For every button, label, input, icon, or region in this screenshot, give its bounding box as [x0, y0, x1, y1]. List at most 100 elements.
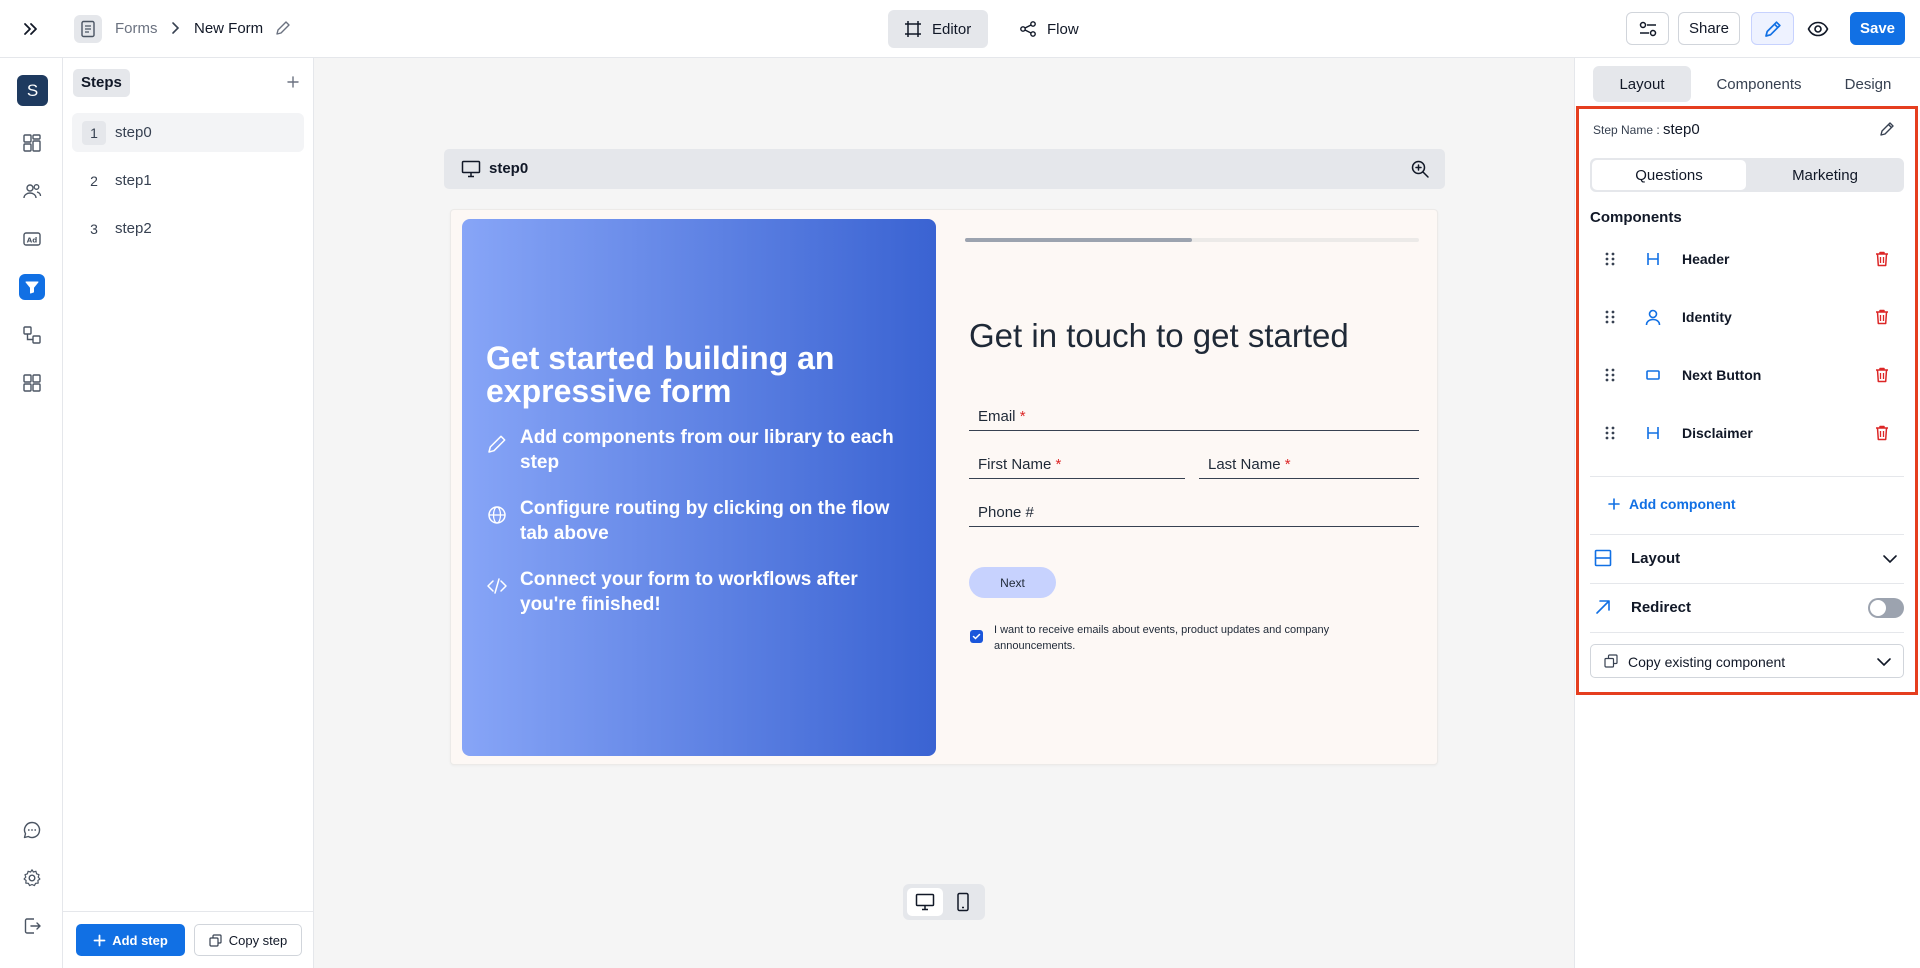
preview-button[interactable] — [1796, 12, 1839, 45]
hero-item: Connect your form to workflows after you… — [486, 567, 906, 617]
step-label: step1 — [115, 172, 152, 189]
segment-questions[interactable]: Questions — [1592, 160, 1746, 190]
redirect-arrow-icon — [1596, 600, 1610, 614]
consent-checkbox[interactable] — [970, 630, 983, 643]
expand-sidebar-icon[interactable] — [20, 18, 42, 40]
workflows-icon[interactable] — [20, 323, 44, 347]
settings-gear-icon[interactable] — [20, 866, 44, 890]
component-label: Identity — [1682, 309, 1732, 325]
consent-text: I want to receive emails about events, p… — [994, 624, 1330, 652]
heading-icon — [1647, 253, 1659, 265]
apps-grid-icon[interactable] — [20, 371, 44, 395]
tab-flow[interactable]: Flow — [1003, 10, 1103, 48]
tab-editor[interactable]: Editor — [888, 10, 988, 48]
editor-frame-icon — [905, 21, 921, 37]
delete-trash-icon[interactable] — [1874, 250, 1890, 268]
forms-filter-icon[interactable] — [19, 274, 45, 300]
email-field[interactable]: Email * — [969, 404, 1419, 431]
segment-marketing[interactable]: Marketing — [1748, 160, 1902, 190]
step-label: step0 — [115, 124, 152, 141]
component-row-identity[interactable]: Identity — [1590, 300, 1904, 334]
step-number: 2 — [90, 172, 98, 189]
next-button[interactable]: Next — [969, 567, 1056, 598]
share-button[interactable]: Share — [1678, 12, 1740, 45]
heading-icon — [1647, 427, 1659, 439]
add-step-button[interactable]: Add step — [76, 924, 185, 956]
layout-accordion[interactable]: Layout — [1590, 539, 1904, 579]
desktop-view-button[interactable] — [907, 888, 943, 916]
breadcrumb-forms[interactable]: Forms — [115, 20, 158, 37]
redirect-toggle[interactable] — [1868, 598, 1904, 618]
contacts-icon[interactable] — [20, 179, 44, 203]
mobile-icon — [957, 892, 969, 912]
component-row-header[interactable]: Header — [1590, 242, 1904, 276]
step-item-1[interactable]: 2 step1 — [72, 161, 304, 200]
email-label: Email * — [978, 408, 1026, 425]
delete-trash-icon[interactable] — [1874, 308, 1890, 326]
copy-step-label: Copy step — [228, 932, 288, 948]
mobile-view-button[interactable] — [945, 888, 981, 916]
zoom-in-icon[interactable] — [1410, 159, 1430, 179]
hero-item-text: Connect your form to workflows after you… — [520, 569, 858, 615]
component-label: Disclaimer — [1682, 425, 1753, 441]
copy-icon — [209, 933, 222, 947]
form-progress-fill — [965, 238, 1192, 242]
step-label: step2 — [115, 220, 152, 237]
copy-existing-label: Copy existing component — [1628, 654, 1786, 670]
tab-editor-label: Editor — [932, 20, 972, 38]
drag-handle-icon[interactable] — [1604, 251, 1616, 267]
save-button[interactable]: Save — [1850, 12, 1905, 45]
add-step-plus-icon[interactable] — [285, 74, 301, 90]
sliders-icon — [1639, 21, 1656, 36]
step-name-value: step0 — [1663, 121, 1700, 138]
divider — [1590, 476, 1904, 477]
edit-step-name-icon[interactable] — [1878, 120, 1896, 138]
pencil-icon — [1764, 20, 1781, 37]
step-item-2[interactable]: 3 step2 — [72, 209, 304, 248]
component-row-disclaimer[interactable]: Disclaimer — [1590, 416, 1904, 450]
chat-icon[interactable] — [20, 818, 44, 842]
copy-existing-component-dropdown[interactable]: Copy existing component — [1590, 644, 1904, 678]
drag-handle-icon[interactable] — [1604, 425, 1616, 441]
add-component-button[interactable]: Add component — [1607, 496, 1736, 512]
drag-handle-icon[interactable] — [1604, 309, 1616, 325]
hero-title: Get started building an expressive form — [486, 340, 835, 409]
divider — [1590, 534, 1904, 535]
drag-handle-icon[interactable] — [1604, 367, 1616, 383]
step-name-label: Step Name : — [1593, 123, 1660, 137]
form-heading: Get in touch to get started — [969, 317, 1349, 354]
dashboard-icon[interactable] — [20, 131, 44, 155]
steps-panel: Steps 1 step0 2 step1 3 step2 Add step C… — [63, 58, 314, 968]
form-settings-button[interactable] — [1626, 12, 1669, 45]
divider — [1590, 583, 1904, 584]
hero-item: Configure routing by clicking on the flo… — [486, 496, 906, 546]
edit-mode-button[interactable] — [1751, 12, 1794, 45]
delete-trash-icon[interactable] — [1874, 366, 1890, 384]
breadcrumb-current: New Form — [194, 20, 264, 37]
phone-field[interactable]: Phone # — [969, 500, 1419, 527]
component-row-next-button[interactable]: Next Button — [1590, 358, 1904, 392]
breadcrumb-chevron-icon — [168, 20, 182, 36]
add-step-label: Add step — [112, 932, 168, 948]
copy-step-button[interactable]: Copy step — [194, 924, 302, 956]
hero-item-text: Configure routing by clicking on the flo… — [520, 498, 890, 544]
first-name-field[interactable]: First Name * — [969, 452, 1185, 479]
ads-icon[interactable]: Ad — [20, 227, 44, 251]
logout-icon[interactable] — [20, 914, 44, 938]
tab-components[interactable]: Components — [1701, 66, 1817, 102]
canvas-step-title: step0 — [489, 160, 529, 177]
globe-icon — [488, 506, 506, 524]
steps-footer: Add step Copy step — [63, 911, 314, 968]
rename-pencil-icon[interactable] — [274, 19, 292, 37]
toggle-knob — [1870, 600, 1886, 616]
workspace-avatar[interactable]: S — [17, 75, 48, 106]
delete-trash-icon[interactable] — [1874, 424, 1890, 442]
tab-design[interactable]: Design — [1823, 66, 1913, 102]
flow-share-icon — [1020, 21, 1036, 37]
questions-marketing-toggle: Questions Marketing — [1590, 158, 1904, 192]
last-name-field[interactable]: Last Name * — [1199, 452, 1419, 479]
step-item-0[interactable]: 1 step0 — [72, 113, 304, 152]
tab-layout[interactable]: Layout — [1593, 66, 1691, 102]
hero-panel: Get started building an expressive form … — [462, 219, 936, 756]
desktop-icon — [915, 893, 935, 911]
